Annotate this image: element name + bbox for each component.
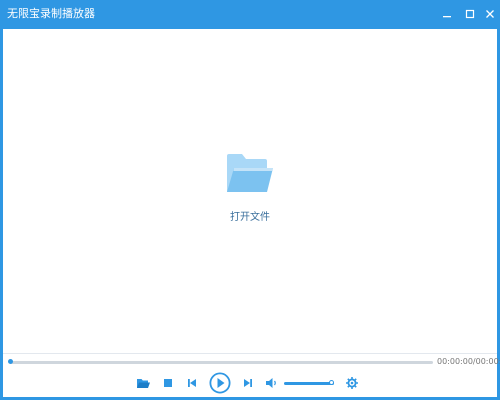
folder-open-icon (227, 154, 273, 192)
open-file-label: 打开文件 (230, 212, 270, 223)
video-area: 打开文件 (3, 29, 497, 353)
progress-handle[interactable] (8, 359, 13, 364)
play-button[interactable] (208, 371, 232, 395)
open-file-button[interactable]: 打开文件 (218, 152, 282, 232)
maximize-icon (465, 9, 475, 19)
close-icon (486, 10, 494, 18)
control-bar: 00:00:00/00:00:00 (3, 353, 500, 397)
play-icon (209, 372, 231, 394)
maximize-button[interactable] (462, 6, 478, 22)
previous-icon (188, 379, 196, 387)
volume-button[interactable] (264, 375, 280, 391)
stop-button[interactable] (160, 375, 176, 391)
open-button[interactable] (135, 375, 151, 391)
minimize-button[interactable] (439, 6, 455, 22)
next-button[interactable] (240, 375, 256, 391)
minimize-icon (443, 16, 451, 18)
settings-button[interactable] (344, 375, 360, 391)
next-icon (244, 379, 252, 387)
volume-slider[interactable] (284, 380, 334, 385)
volume-icon (266, 378, 276, 388)
close-button[interactable] (482, 6, 498, 22)
folder-icon (136, 378, 150, 388)
time-display: 00:00:00/00:00:00 (437, 357, 500, 366)
player-window: 无限宝录制播放器 打开文件 00:00:00/00:00 (0, 0, 500, 400)
previous-button[interactable] (184, 375, 200, 391)
title-bar[interactable]: 无限宝录制播放器 (0, 0, 500, 29)
settings-icon (346, 377, 358, 389)
stop-icon (164, 379, 172, 387)
window-title: 无限宝录制播放器 (7, 7, 95, 20)
progress-bar[interactable] (8, 359, 433, 364)
volume-handle[interactable] (328, 380, 334, 385)
